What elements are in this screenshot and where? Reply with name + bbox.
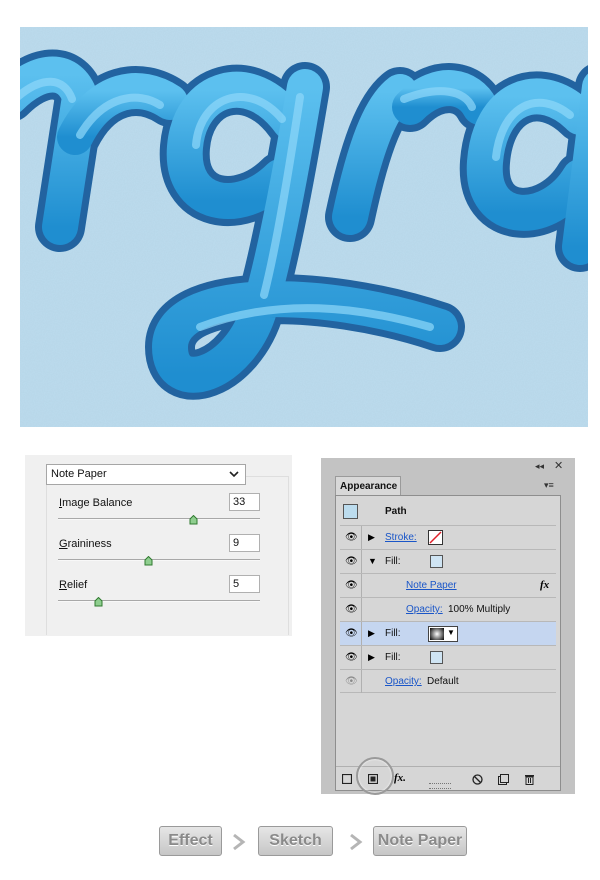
expand-triangle-icon[interactable]: ▶ [368,652,375,663]
fill-color-swatch[interactable] [430,651,443,664]
eye-icon[interactable]: 👁 [345,580,358,591]
visibility-toggle[interactable]: 👁 [340,646,362,669]
add-stroke-icon[interactable] [342,774,352,784]
opacity-value: 100% Multiply [448,604,511,615]
appearance-panel: ◂◂ ✕ Appearance ▾≡ Path 👁 ▶ Stroke: 👁 ▼ … [321,458,575,795]
visibility-toggle[interactable]: 👁 [340,670,362,693]
fx-menu-button[interactable]: fx. [394,772,406,784]
fill-row[interactable]: 👁 ▶ Fill: [340,645,556,669]
note-paper-link[interactable]: Note Paper [406,580,457,591]
duplicate-item-icon[interactable] [498,774,509,785]
highlight-circle [356,757,394,795]
fill-label: Fill: [385,652,401,663]
appearance-list: Path 👁 ▶ Stroke: 👁 ▼ Fill: 👁 Note Paper … [335,495,561,795]
path-thumbnail [343,504,358,519]
gradient-swatch-picker[interactable]: ▼ [428,626,458,642]
eye-icon[interactable]: 👁 [345,652,358,663]
path-label: Path [385,506,407,517]
graininess-handle[interactable] [144,556,153,566]
close-icon[interactable]: ✕ [554,459,563,472]
chevron-right-icon [350,833,363,851]
stroke-none-swatch[interactable] [428,530,443,545]
panel-title-bar[interactable]: ◂◂ ✕ [321,458,575,476]
trash-icon[interactable] [524,773,535,785]
breadcrumb-sketch: Sketch [258,826,333,856]
fill-gradient-row[interactable]: 👁 ▶ Fill: ▼ [340,621,556,645]
relief-input[interactable]: 5 [229,575,260,593]
path-header-row[interactable]: Path [340,500,556,524]
stroke-row[interactable]: 👁 ▶ Stroke: [340,525,556,549]
eye-icon[interactable]: 👁 [345,604,358,615]
panel-menu-icon[interactable]: ▾≡ [544,480,554,491]
graininess-track[interactable] [58,559,260,561]
opacity-multiply-row[interactable]: 👁 Opacity: 100% Multiply [340,597,556,621]
fill-label: Fill: [385,556,401,567]
tab-appearance[interactable]: Appearance [335,476,401,495]
relief-label: Relief [59,579,88,591]
graininess-label: Graininess [59,538,112,550]
fill-color-swatch[interactable] [430,555,443,568]
expand-triangle-icon[interactable]: ▶ [368,628,375,639]
expand-triangle-icon[interactable]: ▶ [368,532,375,543]
resize-grip[interactable] [429,783,451,789]
clear-appearance-icon[interactable] [472,774,483,785]
relief-handle[interactable] [94,597,103,607]
image-balance-track[interactable] [58,518,260,520]
note-paper-dialog: Note Paper Image Balance 33 Graininess 9… [25,455,292,636]
visibility-toggle[interactable]: 👁 [340,574,362,597]
chevron-down-icon: ▼ [447,628,455,637]
opacity-value: Default [427,676,459,687]
eye-icon[interactable]: 👁 [345,628,358,639]
eye-icon[interactable]: 👁 [345,676,358,687]
graininess-input[interactable]: 9 [229,534,260,552]
artwork-canvas [20,27,588,427]
filter-dropdown[interactable]: Note Paper [46,464,246,485]
breadcrumb-note-paper: Note Paper [373,826,467,856]
fill-label: Fill: [385,628,401,639]
fill-row-expanded[interactable]: 👁 ▼ Fill: [340,549,556,573]
eye-icon[interactable]: 👁 [345,556,358,567]
collapse-icon[interactable]: ◂◂ [535,461,544,472]
image-balance-handle[interactable] [189,515,198,525]
opacity-link[interactable]: Opacity: [406,604,443,615]
image-balance-label: Image Balance [59,497,133,509]
stroke-link[interactable]: Stroke: [385,532,417,543]
opacity-default-row[interactable]: 👁 Opacity: Default [340,669,556,693]
chevron-down-icon [229,471,239,478]
visibility-toggle[interactable]: 👁 [340,526,362,549]
visibility-toggle[interactable]: 👁 [340,622,362,645]
chevron-right-icon [233,833,246,851]
note-paper-effect-row[interactable]: 👁 Note Paper fx [340,573,556,597]
opacity-link[interactable]: Opacity: [385,676,422,687]
collapse-triangle-icon[interactable]: ▼ [368,556,377,566]
visibility-toggle[interactable]: 👁 [340,550,362,573]
breadcrumb-effect: Effect [159,826,222,856]
relief-track[interactable] [58,600,260,602]
eye-icon[interactable]: 👁 [345,532,358,543]
image-balance-input[interactable]: 33 [229,493,260,511]
fx-icon[interactable]: fx [540,579,549,591]
visibility-toggle[interactable]: 👁 [340,598,362,621]
filter-dropdown-value: Note Paper [51,468,107,480]
gradient-swatch [430,628,444,640]
